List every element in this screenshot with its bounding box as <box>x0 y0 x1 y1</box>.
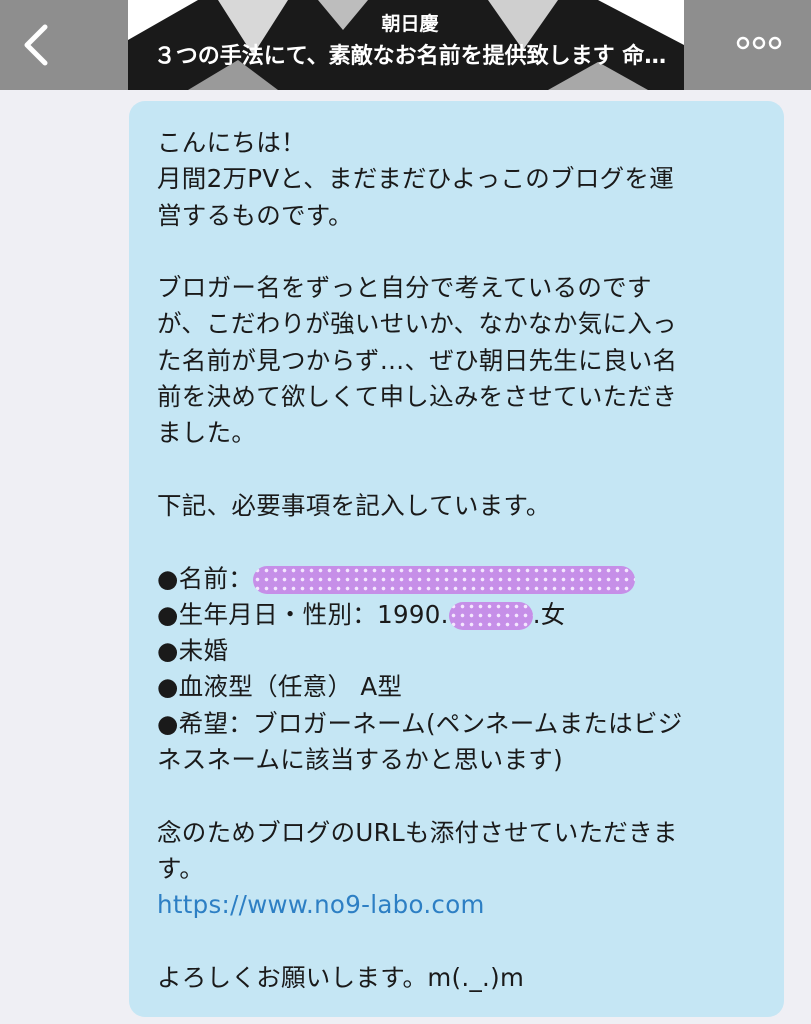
birth-label: ●生年月日・性別：1990. <box>157 599 449 629</box>
blog-url-link[interactable]: https://www.no9-labo.com <box>157 887 760 923</box>
url-note: 念のためブログのURLも添付させていただきま <box>157 817 678 847</box>
message-text: ました。 <box>157 418 257 448</box>
message-text: 営するものです。 <box>157 200 353 230</box>
wish-text: ●希望：ブロガーネーム(ペンネームまたはビジ <box>157 708 683 738</box>
birth-row: ●生年月日・性別：1990. .女 <box>157 597 760 633</box>
name-redaction <box>253 565 636 594</box>
message-text: た名前が見つからず…、ぜひ朝日先生に良い名 <box>157 345 678 375</box>
gender-value: .女 <box>532 599 566 629</box>
name-row: ●名前： <box>157 561 760 597</box>
birthdate-redaction <box>448 601 533 630</box>
message-closing: よろしくお願いします。m(._.)m <box>157 962 525 992</box>
message-greeting: こんにちは！ <box>157 128 306 157</box>
chat-header: 朝日慶 ３つの手法にて、素敵なお名前を提供致します 命… <box>0 0 811 90</box>
url-note: す。 <box>157 853 205 883</box>
wish-text: ネスネームに該当するかと思います) <box>157 745 563 775</box>
chat-title: 朝日慶 ３つの手法にて、素敵なお名前を提供致します 命… <box>70 8 750 74</box>
chevron-left-icon <box>24 24 48 66</box>
back-button[interactable] <box>14 20 58 70</box>
message-text: 下記、必要事項を記入しています。 <box>157 490 551 520</box>
message-text: が、こだわりが強いせいか、なかなか気に入っ <box>157 309 677 339</box>
message-text: ブロガー名をずっと自分で考えているのです <box>157 273 652 303</box>
more-dots-icon <box>736 36 782 50</box>
sender-name: 朝日慶 <box>381 13 439 35</box>
blood-type: ●血液型（任意） A型 <box>157 672 403 702</box>
message-bubble: こんにちは！ 月間2万PVと、まだまだひよっこのブログを運 営するものです。 ブ… <box>129 101 784 1017</box>
message-text: 前を決めて欲しくて申し込みをさせていただき <box>157 382 678 412</box>
name-label: ●名前： <box>157 563 254 593</box>
message-text: 月間2万PVと、まだまだひよっこのブログを運 <box>157 164 675 194</box>
marital-status: ●未婚 <box>157 636 229 666</box>
more-options-button[interactable] <box>733 28 785 58</box>
service-title: ３つの手法にて、素敵なお名前を提供致します 命… <box>153 44 667 69</box>
